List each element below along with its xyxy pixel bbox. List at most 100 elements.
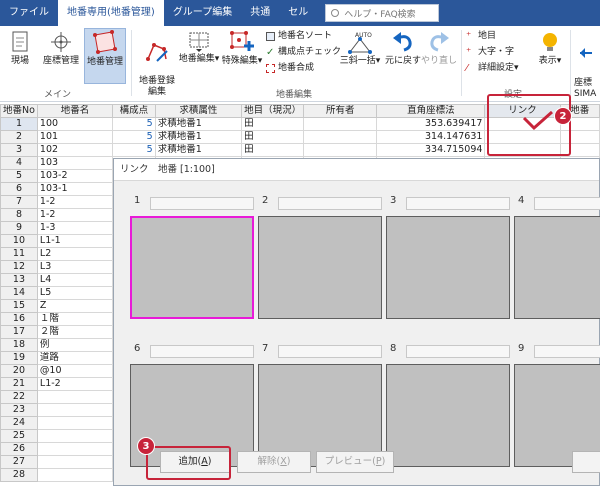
table-cell[interactable]: L1-2 — [36, 377, 114, 391]
table-cell[interactable]: 1-2 — [36, 208, 114, 222]
display-button[interactable]: 表示▾ — [533, 30, 567, 84]
link-slot-preview[interactable] — [386, 364, 510, 467]
oaza-aza-button[interactable]: ⁺ 大字・字 — [466, 46, 514, 58]
table-cell[interactable]: L2 — [36, 247, 114, 261]
lightbulb-icon — [543, 33, 557, 51]
link-slot[interactable]: 3 — [386, 195, 512, 321]
chiban-kanri-button[interactable]: 地番管理 — [84, 28, 126, 84]
table-cell[interactable]: ２階 — [36, 325, 114, 339]
table-cell[interactable] — [36, 455, 114, 469]
chiban-henshu-button[interactable]: 地番編集▾ — [178, 30, 220, 84]
link-slot[interactable]: 1 — [130, 195, 256, 321]
undo-icon — [393, 32, 412, 52]
table-cell[interactable]: 田 — [241, 143, 305, 157]
chiban-gousei-button[interactable]: 地番合成 — [266, 62, 314, 74]
table-cell[interactable]: 田 — [241, 130, 305, 144]
table-cell[interactable]: 103-2 — [36, 169, 114, 183]
help-search-input[interactable]: ヘルプ・FAQ検索 — [325, 4, 440, 22]
column-header[interactable]: 地番No — [0, 104, 38, 118]
table-cell[interactable]: 例 — [36, 338, 114, 352]
detail-settings-button[interactable]: ⁄ 詳細設定 ▾ — [466, 62, 519, 74]
tab-cell[interactable]: セル — [279, 0, 317, 26]
table-cell[interactable]: 103-1 — [36, 182, 114, 196]
row-number: 25 — [0, 429, 38, 443]
kouseiten-check-button[interactable]: ✓ 構成点チェック — [266, 46, 341, 58]
table-cell[interactable]: 1-3 — [36, 221, 114, 235]
main-group-label: メイン — [44, 90, 72, 100]
zahyo-sima-button[interactable]: 座標 SIMA — [574, 30, 600, 99]
table-cell[interactable]: L1-1 — [36, 234, 114, 248]
link-slot-preview[interactable] — [130, 216, 254, 319]
row-number: 21 — [0, 377, 38, 391]
parcel-icon — [93, 30, 117, 54]
table-cell[interactable] — [36, 468, 114, 482]
table-cell[interactable] — [303, 143, 378, 157]
tab-chiban-kanri[interactable]: 地番専用(地番管理) — [58, 0, 164, 26]
table-cell[interactable]: Z — [36, 299, 114, 313]
redo-button[interactable]: やり直し — [421, 30, 457, 84]
table-cell[interactable]: L5 — [36, 286, 114, 300]
column-header[interactable]: 直角座標法 — [376, 104, 486, 118]
redo-icon — [430, 32, 449, 52]
link-slot[interactable]: 8 — [386, 343, 512, 469]
table-cell[interactable]: 314.147631 — [376, 130, 486, 144]
table-cell[interactable]: @10 — [36, 364, 114, 378]
chiban-toroku-button[interactable]: 地番登録 編集 — [136, 30, 178, 97]
table-cell[interactable]: 100 — [36, 117, 114, 131]
table-cell[interactable]: １階 — [36, 312, 114, 326]
sankyaku-ikkatsu-button[interactable]: AUTO 三斜一括▾ — [338, 30, 382, 84]
check-icon: ✓ — [266, 46, 275, 58]
link-slot-preview[interactable] — [258, 216, 382, 319]
preview-button[interactable]: プレビュー(P) — [316, 451, 394, 473]
table-cell[interactable]: 5 — [112, 143, 156, 157]
table-cell[interactable]: 353.639417 — [376, 117, 486, 131]
table-cell[interactable]: 5 — [112, 117, 156, 131]
remove-button[interactable]: 解除(X) — [237, 451, 311, 473]
table-cell[interactable] — [36, 442, 114, 456]
column-header[interactable]: 求積属性 — [154, 104, 243, 118]
column-header[interactable]: 地番名 — [36, 104, 114, 118]
chimoku-label: 地目 — [478, 31, 497, 41]
table-cell[interactable]: 求積地番1 — [154, 143, 243, 157]
table-cell[interactable]: 101 — [36, 130, 114, 144]
table-cell[interactable]: L3 — [36, 260, 114, 274]
link-slot[interactable]: 2 — [258, 195, 384, 321]
dialog-action-button[interactable] — [572, 451, 600, 473]
genba-button[interactable]: 現場 — [4, 30, 36, 82]
merge-icon — [266, 63, 275, 73]
tab-common[interactable]: 共通 — [241, 0, 279, 26]
table-cell[interactable]: 5 — [112, 130, 156, 144]
tab-group-edit[interactable]: グループ編集 — [164, 0, 241, 26]
link-slot-preview[interactable] — [386, 216, 510, 319]
column-header[interactable]: 地目（現況） — [241, 104, 305, 118]
table-cell[interactable]: 334.715094 — [376, 143, 486, 157]
chiban-sort-button[interactable]: 地番名ソート — [266, 30, 332, 42]
chiban-toroku-label: 地番登録 編集 — [138, 76, 175, 97]
table-cell[interactable]: 103 — [36, 156, 114, 170]
table-edit-icon — [189, 32, 209, 52]
table-cell[interactable] — [36, 390, 114, 404]
undo-button[interactable]: 元に戻す — [385, 30, 421, 84]
table-cell[interactable] — [36, 403, 114, 417]
column-header[interactable]: 所有者 — [303, 104, 378, 118]
table-cell[interactable]: 求積地番1 — [154, 117, 243, 131]
zahyo-kanri-button[interactable]: 座標管理 — [40, 30, 82, 82]
column-header[interactable]: 構成点 — [112, 104, 156, 118]
table-cell[interactable]: 1-2 — [36, 195, 114, 209]
table-cell[interactable] — [36, 416, 114, 430]
tab-file[interactable]: ファイル — [0, 0, 58, 26]
table-cell[interactable] — [303, 117, 378, 131]
chimoku-button[interactable]: ⁺ 地目 — [466, 30, 496, 42]
table-cell[interactable]: 求積地番1 — [154, 130, 243, 144]
table-cell[interactable]: 102 — [36, 143, 114, 157]
tokushu-henshu-button[interactable]: 特殊編集▾ — [220, 30, 264, 84]
row-number: 14 — [0, 286, 38, 300]
table-cell[interactable] — [303, 130, 378, 144]
table-cell[interactable] — [36, 429, 114, 443]
table-cell[interactable]: 田 — [241, 117, 305, 131]
link-slot[interactable]: 4 — [514, 195, 600, 321]
row-number: 9 — [0, 221, 38, 235]
table-cell[interactable]: 道路 — [36, 351, 114, 365]
table-cell[interactable]: L4 — [36, 273, 114, 287]
link-slot-preview[interactable] — [514, 216, 600, 319]
